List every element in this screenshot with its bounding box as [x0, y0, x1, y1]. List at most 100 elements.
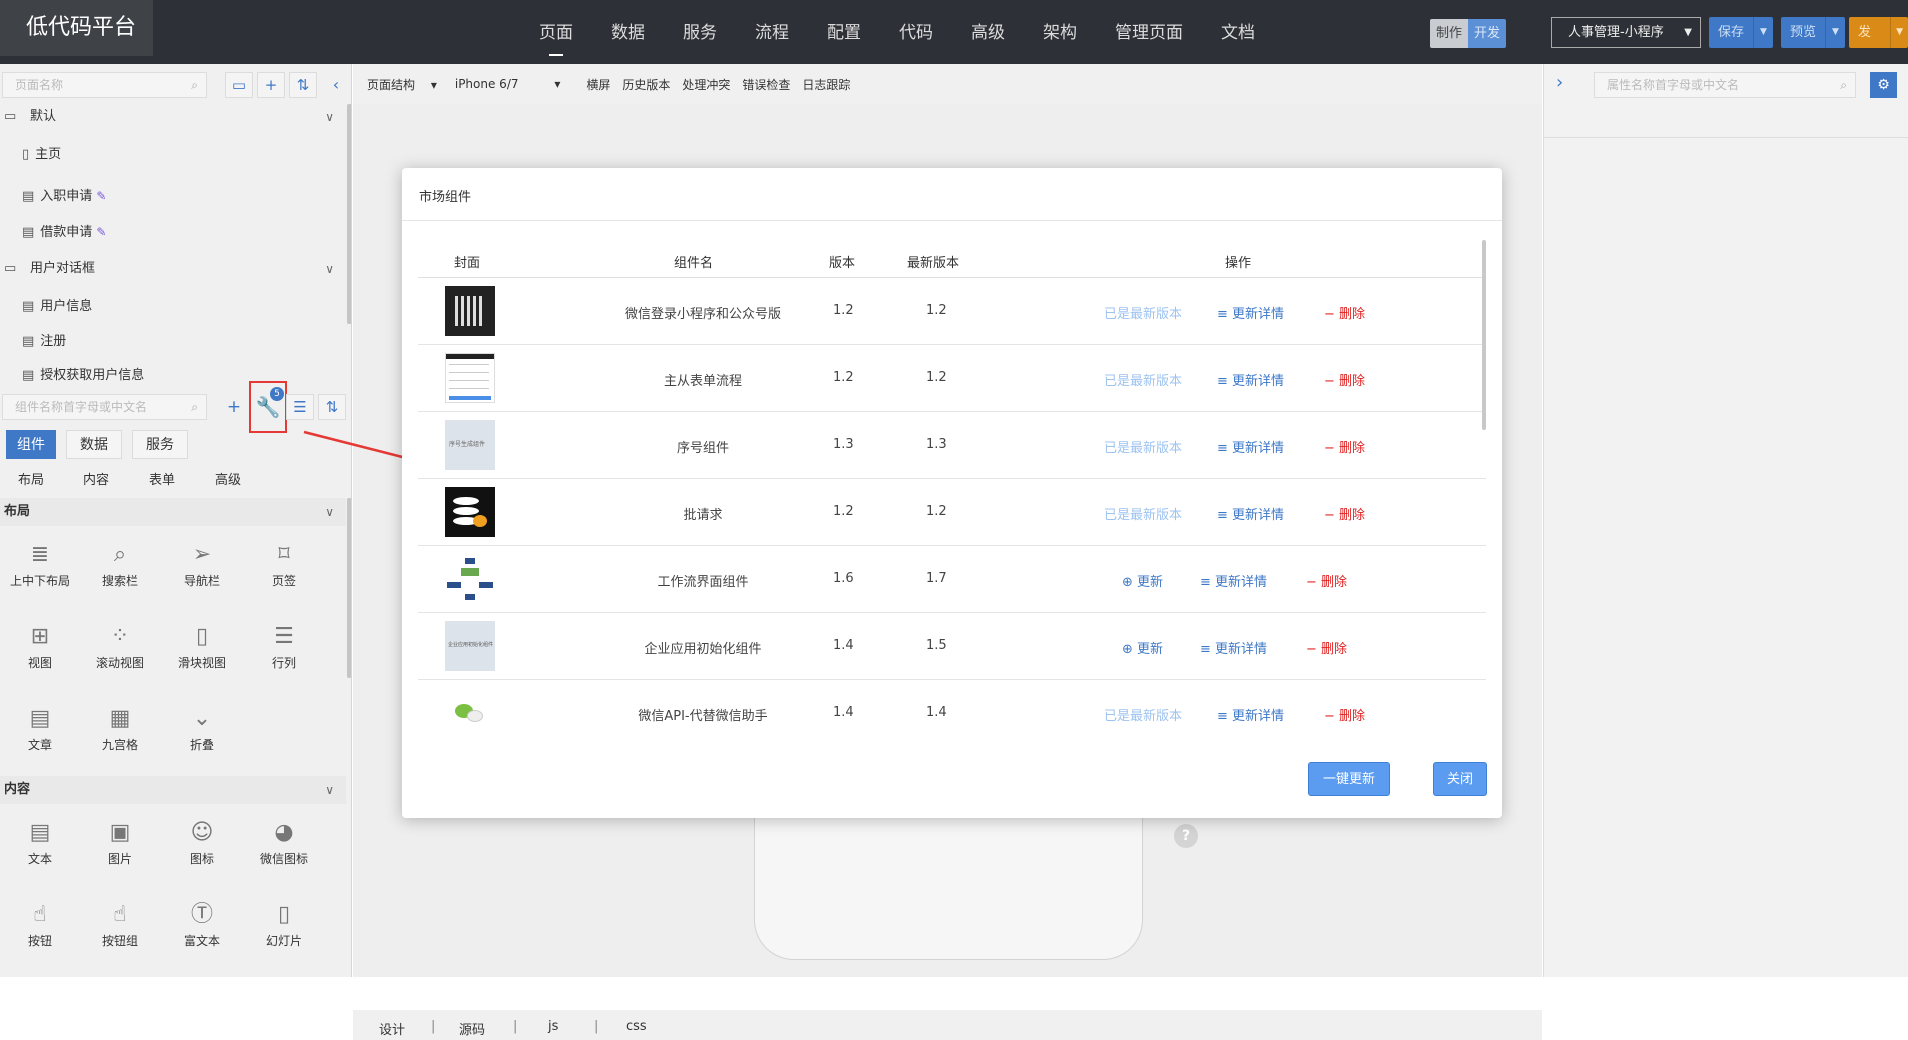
delete-link[interactable]: − 删除 [1306, 638, 1347, 657]
sort-icon[interactable]: ⇅ [289, 72, 317, 98]
market-components-button[interactable]: 🔧 5 [249, 381, 287, 433]
component-wechat-icon[interactable]: ◕ 微信图标 [244, 816, 324, 867]
page-structure-menu[interactable]: 页面结构 ▾ [367, 76, 437, 93]
help-icon[interactable]: ? [1174, 824, 1198, 848]
add-page-icon[interactable]: + [257, 72, 285, 98]
update-link[interactable]: ⊕ 更新 [1122, 638, 1163, 657]
publish-dropdown-icon[interactable]: ▼ [1890, 17, 1908, 48]
page-item-register[interactable]: ▤ 注册 [22, 327, 66, 357]
page-tree-scrollbar[interactable] [347, 104, 351, 324]
add-component-icon[interactable]: + [224, 394, 244, 420]
section-content-header[interactable]: 内容 ∨ [0, 776, 346, 804]
delete-link[interactable]: − 删除 [1306, 571, 1347, 590]
nav-code[interactable]: 代码 [880, 0, 952, 64]
conflict-button[interactable]: 处理冲突 [682, 76, 730, 93]
mode-dev-button[interactable]: 开发 [1468, 19, 1506, 48]
close-button[interactable]: 关闭 [1433, 762, 1487, 796]
save-button[interactable]: 保存 [1709, 17, 1753, 48]
log-trace-button[interactable]: 日志跟踪 [802, 76, 850, 93]
history-button[interactable]: 历史版本 [622, 76, 670, 93]
page-item-onboarding[interactable]: ▤ 入职申请 ✎ [22, 181, 106, 211]
delete-link[interactable]: − 删除 [1324, 504, 1365, 523]
component-layout-tmb[interactable]: ≣ 上中下布局 [0, 538, 80, 589]
mode-make-button[interactable]: 制作 [1430, 19, 1468, 48]
page-group-user-dialog[interactable]: ▭ 用户对话框 ∨ [0, 254, 346, 284]
tab-service[interactable]: 服务 [132, 430, 188, 459]
section-layout-header[interactable]: 布局 ∨ [0, 498, 346, 526]
tab-design[interactable]: 设计 [379, 1019, 405, 1038]
gear-icon[interactable]: ⚙ [1870, 72, 1897, 98]
property-search-input[interactable]: 属性名称首字母或中文名 ⌕ [1594, 72, 1856, 98]
save-dropdown-icon[interactable]: ▼ [1753, 17, 1773, 48]
landscape-button[interactable]: 横屏 [586, 76, 610, 93]
subtab-form[interactable]: 表单 [149, 469, 175, 488]
page-search-input[interactable]: 页面名称 ⌕ [2, 72, 207, 98]
update-details-link[interactable]: ≡ 更新详情 [1200, 638, 1267, 657]
collapse-left-icon[interactable]: ‹ [326, 72, 346, 98]
nav-admin-pages[interactable]: 管理页面 [1096, 0, 1202, 64]
component-scroll-view[interactable]: ⁘ 滚动视图 [80, 620, 160, 671]
component-rich-text[interactable]: Ⓣ 富文本 [162, 898, 242, 949]
component-list-scrollbar[interactable] [347, 498, 351, 678]
tab-js[interactable]: js [548, 1019, 558, 1034]
update-details-link[interactable]: ≡ 更新详情 [1217, 437, 1284, 456]
tab-source[interactable]: 源码 [459, 1019, 485, 1038]
component-image[interactable]: ▣ 图片 [80, 816, 160, 867]
update-all-button[interactable]: 一键更新 [1308, 762, 1390, 796]
page-item-loan[interactable]: ▤ 借款申请 ✎ [22, 217, 106, 247]
component-nav-bar[interactable]: ➢ 导航栏 [162, 538, 242, 589]
component-row-col[interactable]: ☰ 行列 [244, 620, 324, 671]
update-details-link[interactable]: ≡ 更新详情 [1217, 504, 1284, 523]
publish-button[interactable]: 发布 [1849, 17, 1890, 48]
delete-link[interactable]: − 删除 [1324, 370, 1365, 389]
delete-link[interactable]: − 删除 [1324, 303, 1365, 322]
tab-css[interactable]: css [626, 1019, 647, 1034]
nav-advanced[interactable]: 高级 [952, 0, 1024, 64]
component-button[interactable]: ☝ 按钮 [0, 898, 80, 949]
app-select[interactable]: 人事管理-小程序 ▼ [1551, 17, 1701, 48]
delete-link[interactable]: − 删除 [1324, 705, 1365, 724]
component-tabs[interactable]: ⌑ 页签 [244, 538, 324, 589]
device-select[interactable]: iPhone 6/7 ▾ [455, 77, 573, 91]
nav-page[interactable]: 页面 [520, 0, 592, 64]
update-link[interactable]: ⊕ 更新 [1122, 571, 1163, 590]
add-folder-icon[interactable]: ▭ [225, 72, 253, 98]
delete-link[interactable]: − 删除 [1324, 437, 1365, 456]
component-icon[interactable]: ☺ 图标 [162, 816, 242, 867]
subtab-layout[interactable]: 布局 [18, 469, 44, 488]
component-article[interactable]: ▤ 文章 [0, 702, 80, 753]
nav-flow[interactable]: 流程 [736, 0, 808, 64]
subtab-content[interactable]: 内容 [83, 469, 109, 488]
preview-button[interactable]: 预览 [1781, 17, 1825, 48]
update-details-link[interactable]: ≡ 更新详情 [1217, 705, 1284, 724]
expand-right-icon[interactable]: › [1556, 72, 1563, 93]
preview-dropdown-icon[interactable]: ▼ [1825, 17, 1845, 48]
page-item-user-info[interactable]: ▤ 用户信息 [22, 292, 92, 322]
nav-architecture[interactable]: 架构 [1024, 0, 1096, 64]
component-swiper-view[interactable]: ▯ 滑块视图 [162, 620, 242, 671]
page-item-home[interactable]: ▯ 主页 [22, 140, 61, 170]
tab-components[interactable]: 组件 [6, 430, 56, 459]
list-icon[interactable]: ☰ [286, 394, 314, 420]
page-item-auth[interactable]: ▤ 授权获取用户信息 [22, 361, 144, 391]
component-search-input[interactable]: 组件名称首字母或中文名 ⌕ [2, 394, 207, 420]
dialog-scrollbar[interactable] [1482, 240, 1486, 430]
component-nine-grid[interactable]: ▦ 九宫格 [80, 702, 160, 753]
component-view[interactable]: ⊞ 视图 [0, 620, 80, 671]
error-check-button[interactable]: 错误检查 [742, 76, 790, 93]
page-group-default[interactable]: ▭ 默认 ∨ [0, 102, 346, 132]
update-details-link[interactable]: ≡ 更新详情 [1217, 303, 1284, 322]
nav-docs[interactable]: 文档 [1202, 0, 1274, 64]
subtab-advanced[interactable]: 高级 [215, 469, 241, 488]
component-button-group[interactable]: ☝ 按钮组 [80, 898, 160, 949]
nav-config[interactable]: 配置 [808, 0, 880, 64]
component-slideshow[interactable]: ▯ 幻灯片 [244, 898, 324, 949]
tab-data[interactable]: 数据 [66, 430, 122, 459]
update-details-link[interactable]: ≡ 更新详情 [1200, 571, 1267, 590]
component-text[interactable]: ▤ 文本 [0, 816, 80, 867]
nav-service[interactable]: 服务 [664, 0, 736, 64]
sort-icon[interactable]: ⇅ [318, 394, 346, 420]
update-details-link[interactable]: ≡ 更新详情 [1217, 370, 1284, 389]
component-search-bar[interactable]: ⌕ 搜索栏 [80, 538, 160, 589]
component-collapse[interactable]: ⌄ 折叠 [162, 702, 242, 753]
